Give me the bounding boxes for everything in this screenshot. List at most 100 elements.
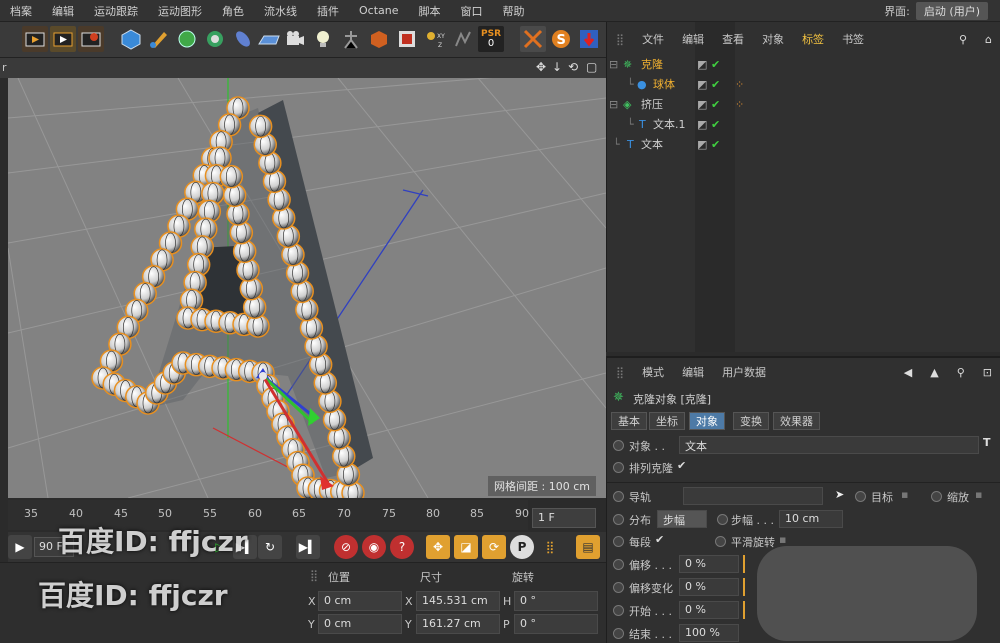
offset-slider[interactable] — [743, 555, 745, 573]
om-menu-bookmarks[interactable]: 书签 — [833, 31, 873, 47]
scene-icon[interactable] — [394, 26, 420, 52]
keyframe-help-icon[interactable]: ? — [390, 535, 414, 559]
last-frame-icon[interactable]: ▶▍ — [296, 535, 320, 559]
object-link-field[interactable]: 文本 — [679, 436, 979, 454]
tree-collapse-icon[interactable]: ⊟ — [609, 98, 618, 111]
radio[interactable] — [613, 462, 624, 473]
visibility-check-icon[interactable]: ✔ — [711, 138, 720, 151]
layer-icon[interactable]: ◩ — [697, 78, 707, 91]
om-menu-tags[interactable]: 标签 — [793, 31, 833, 47]
record-key-icon[interactable]: ⊘ — [334, 535, 358, 559]
tree-collapse-icon[interactable]: ⊟ — [609, 58, 618, 71]
material-tag-icon[interactable]: ⁘ — [735, 98, 744, 111]
pos-x-field[interactable]: 0 cm — [318, 591, 402, 611]
layer-icon[interactable]: ◩ — [697, 138, 707, 151]
om-row-extrude[interactable]: ⊟ ◈ 挤压 ◩ ✔ ⁘ — [607, 94, 1000, 114]
scale-checkbox[interactable]: ▪ — [975, 488, 982, 501]
maximize-view-icon[interactable]: ▢ — [586, 60, 597, 74]
key-param-icon[interactable]: P — [510, 535, 534, 559]
camera-icon[interactable] — [282, 26, 308, 52]
key-scale-icon[interactable]: ◪ — [454, 535, 478, 559]
layout-select[interactable]: 启动 (用户) — [915, 1, 988, 20]
size-x-field[interactable]: 145.531 cm — [416, 591, 500, 611]
deformer-icon[interactable] — [230, 26, 256, 52]
light-icon[interactable] — [310, 26, 336, 52]
layer-icon[interactable]: ◩ — [697, 58, 707, 71]
psr-indicator[interactable]: PSR 0 — [478, 26, 504, 52]
key-rotation-icon[interactable]: ⟳ — [482, 535, 506, 559]
home-icon[interactable]: ⌂ — [976, 33, 1000, 46]
search-icon[interactable]: ⚲ — [950, 33, 976, 46]
object-name[interactable]: 文本 — [641, 136, 663, 152]
offset-variation-field[interactable]: 0 % — [679, 578, 739, 596]
om-menu-edit[interactable]: 编辑 — [673, 31, 713, 47]
om-row-text1[interactable]: └ T 文本.1 ◩ ✔ — [607, 114, 1000, 134]
cube-icon[interactable] — [118, 26, 144, 52]
tab-basic[interactable]: 基本 — [611, 412, 647, 430]
joint-icon[interactable] — [450, 26, 476, 52]
menu-pipeline[interactable]: 流水线 — [254, 3, 307, 19]
visibility-check-icon[interactable]: ✔ — [711, 78, 720, 91]
step-field[interactable]: 10 cm — [779, 510, 843, 528]
offset-field[interactable]: 0 % — [679, 555, 739, 573]
figure-icon[interactable] — [338, 26, 364, 52]
pick-arrow-icon[interactable]: ➤ — [835, 488, 844, 501]
radio[interactable] — [717, 514, 728, 525]
current-frame-field[interactable]: 1 F — [532, 508, 596, 528]
film-icon[interactable]: ▤ — [576, 535, 600, 559]
menu-character[interactable]: 角色 — [212, 3, 254, 19]
menu-plugins[interactable]: 插件 — [307, 3, 349, 19]
radio[interactable] — [855, 491, 866, 502]
menu-script[interactable]: 脚本 — [409, 3, 451, 19]
render-settings-icon[interactable] — [78, 26, 104, 52]
visibility-check-icon[interactable]: ✔ — [711, 98, 720, 111]
mograph-icon[interactable] — [202, 26, 228, 52]
play-backward-icon[interactable]: ▶ — [8, 535, 32, 559]
tab-coord[interactable]: 坐标 — [649, 412, 685, 430]
layer-icon[interactable]: ◩ — [697, 98, 707, 111]
render-view-icon[interactable] — [22, 26, 48, 52]
menu-octane[interactable]: Octane — [349, 4, 409, 17]
octane-tools-icon[interactable] — [520, 26, 546, 52]
rot-p-field[interactable]: 0 ° — [514, 614, 598, 634]
rail-link-field[interactable] — [683, 487, 823, 505]
render-picture-viewer-icon[interactable] — [50, 26, 76, 52]
object-name[interactable]: 克隆 — [641, 56, 663, 72]
visibility-check-icon[interactable]: ✔ — [711, 118, 720, 131]
radio[interactable] — [613, 559, 624, 570]
octane-s-icon[interactable]: S — [548, 26, 574, 52]
tab-object[interactable]: 对象 — [689, 412, 725, 430]
key-position-icon[interactable]: ✥ — [426, 535, 450, 559]
rotate-view-icon[interactable]: ⟲ — [568, 60, 578, 74]
om-menu-object[interactable]: 对象 — [753, 31, 793, 47]
material-icon[interactable] — [366, 26, 392, 52]
zoom-view-icon[interactable]: ↓ — [552, 60, 562, 74]
target-checkbox[interactable]: ▪ — [901, 488, 908, 501]
loop-icon[interactable]: ↻ — [258, 535, 282, 559]
xyz-icon[interactable]: XY Z — [422, 26, 448, 52]
object-name[interactable]: 球体 — [653, 76, 675, 92]
back-arrow-icon[interactable]: ◀ — [895, 366, 921, 379]
autokey-icon[interactable]: ◉ — [362, 535, 386, 559]
rot-h-field[interactable]: 0 ° — [514, 591, 598, 611]
lock-icon[interactable]: ⊡ — [974, 366, 1000, 379]
om-menu-file[interactable]: 文件 — [633, 31, 673, 47]
arrange-clones-checkbox[interactable]: ✔ — [677, 459, 686, 472]
material-tag-icon[interactable]: ⁘ — [735, 78, 744, 91]
tab-transform[interactable]: 变换 — [733, 412, 769, 430]
radio[interactable] — [715, 536, 726, 547]
attr-menu-mode[interactable]: 模式 — [633, 364, 673, 380]
radio[interactable] — [931, 491, 942, 502]
menu-edit[interactable]: 编辑 — [42, 3, 84, 19]
attr-menu-edit[interactable]: 编辑 — [673, 364, 713, 380]
menu-help[interactable]: 帮助 — [493, 3, 535, 19]
end-field[interactable]: 100 % — [679, 624, 739, 642]
om-row-text[interactable]: └ T 文本 ◩ ✔ — [607, 134, 1000, 154]
size-y-field[interactable]: 161.27 cm — [416, 614, 500, 634]
radio[interactable] — [613, 514, 624, 525]
om-row-sphere[interactable]: └ ● 球体 ◩ ✔ ⁘ — [607, 74, 1000, 94]
menu-motion-tracking[interactable]: 运动跟踪 — [84, 3, 148, 19]
pen-icon[interactable] — [146, 26, 172, 52]
om-row-cloner[interactable]: ⊟ ✵ 克隆 ◩ ✔ — [607, 54, 1000, 74]
start-slider[interactable] — [743, 601, 745, 619]
